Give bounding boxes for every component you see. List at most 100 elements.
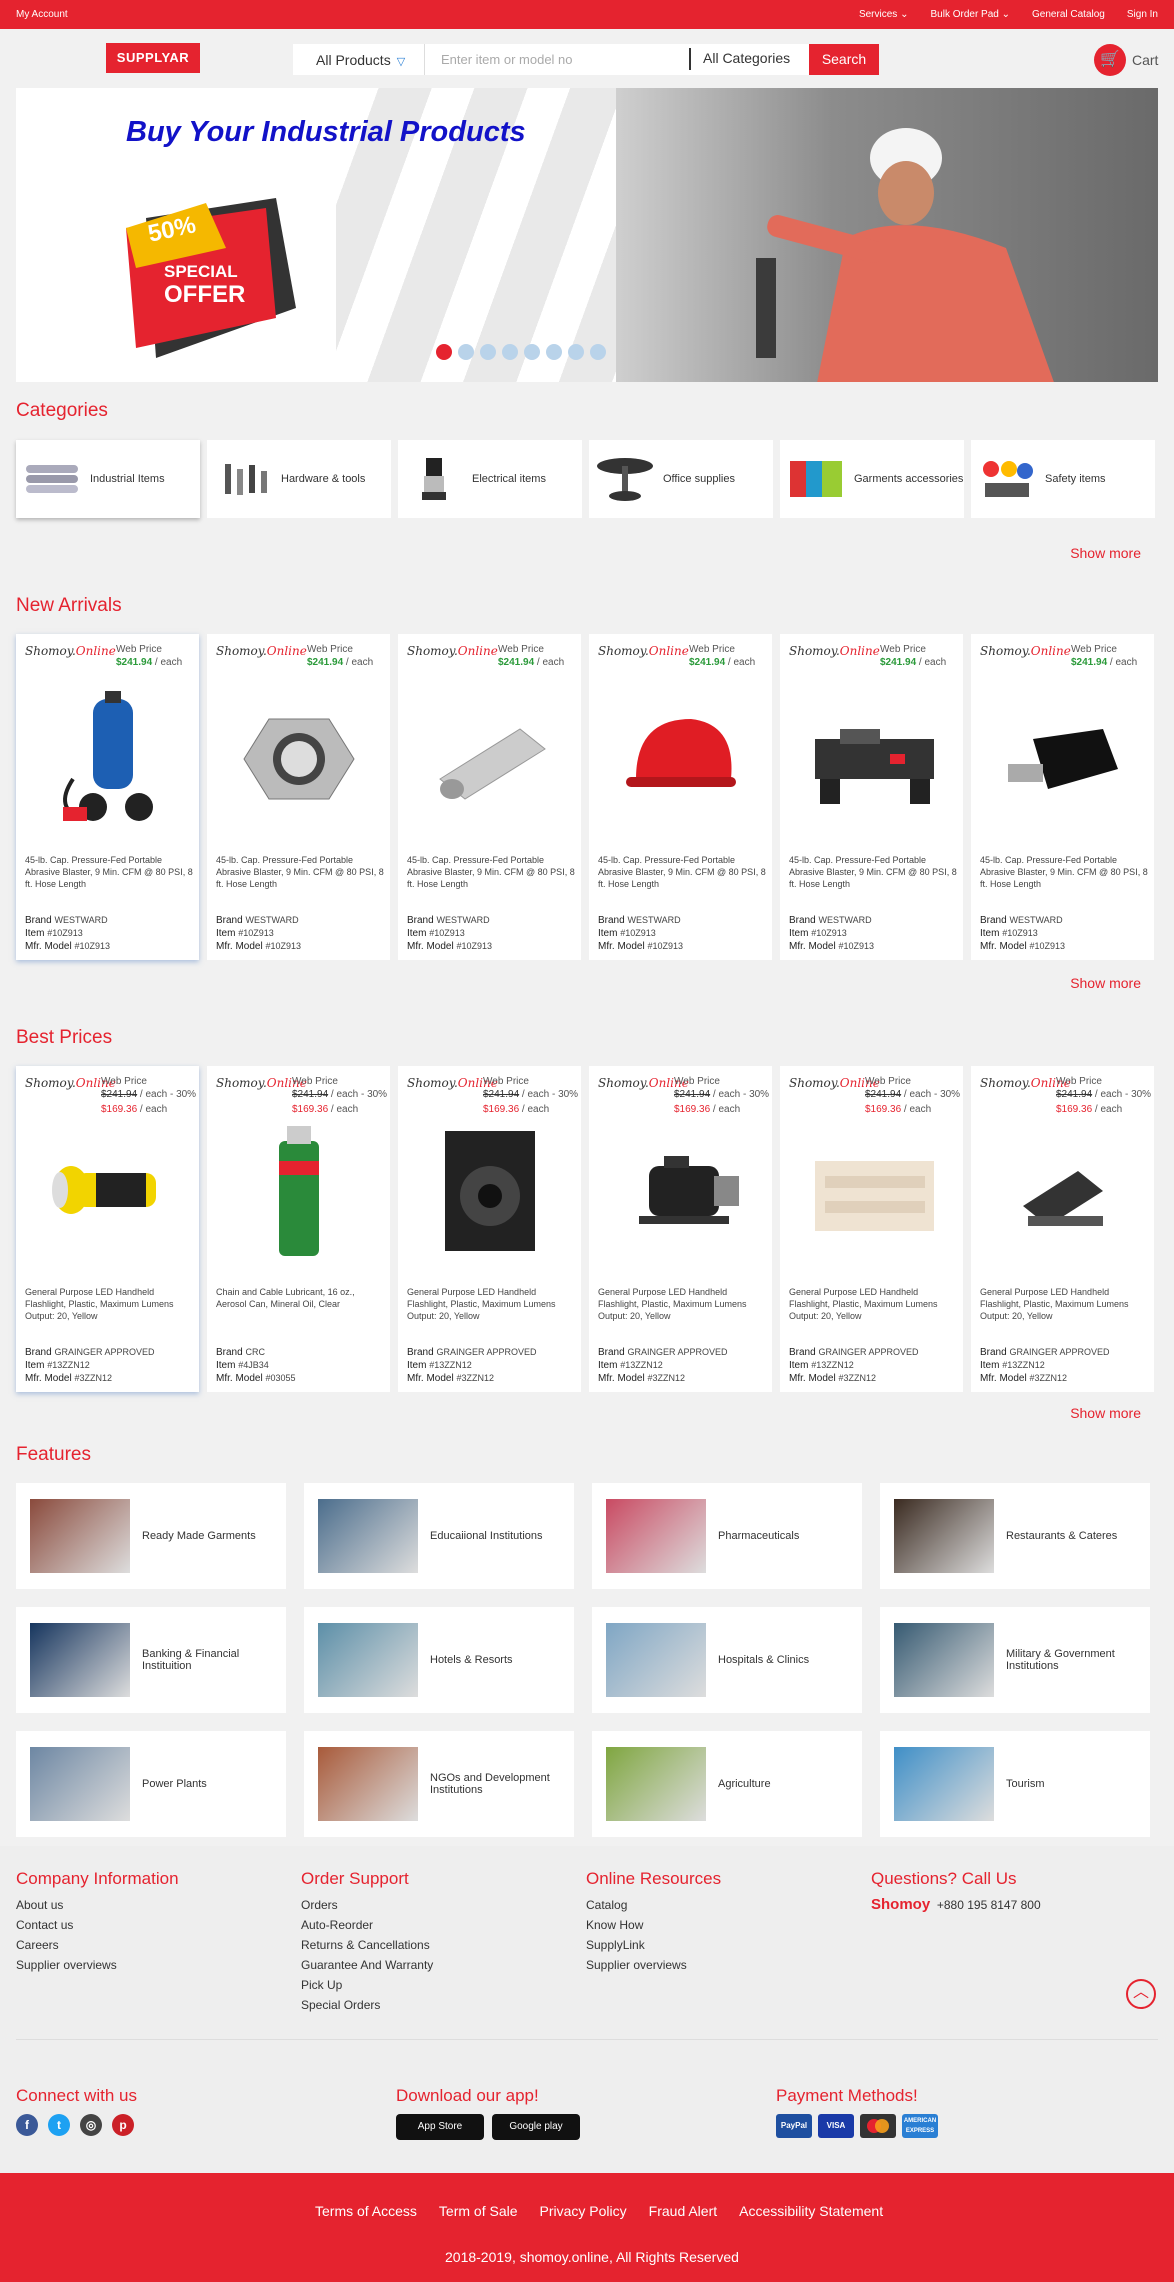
carousel-dot[interactable] (436, 344, 452, 360)
feature-card[interactable]: Power Plants (16, 1731, 286, 1837)
carousel-dot[interactable] (524, 344, 540, 360)
product-description[interactable]: 45-lb. Cap. Pressure-Fed Portable Abrasi… (407, 854, 577, 890)
feature-card[interactable]: Ready Made Garments (16, 1483, 286, 1589)
carousel-dot[interactable] (458, 344, 474, 360)
footer-link[interactable]: Auto-Reorder (301, 1915, 433, 1935)
motor-icon[interactable] (619, 1121, 743, 1261)
product-description[interactable]: 45-lb. Cap. Pressure-Fed Portable Abrasi… (980, 854, 1150, 890)
search-input[interactable]: Enter item or model no (425, 44, 689, 75)
pinterest-icon[interactable]: p (112, 2114, 134, 2136)
carousel-dot[interactable] (590, 344, 606, 360)
back-to-top-button[interactable]: ︿ (1126, 1979, 1156, 2009)
my-account-link[interactable]: My Account (16, 9, 68, 20)
footer-link[interactable]: SupplyLink (586, 1935, 721, 1955)
new-arrivals-show-more[interactable]: Show more (1070, 975, 1141, 991)
footer-link[interactable]: Know How (586, 1915, 721, 1935)
product-card[interactable]: Shomoy.Online Web Price $241.94 / each 45-l… (207, 634, 390, 960)
sign-in-link[interactable]: Sign In (1127, 9, 1158, 20)
cart-button[interactable]: 🛒 Cart (1094, 44, 1158, 76)
bulk-order-menu[interactable]: Bulk Order Pad ⌄ (930, 9, 1010, 20)
nut-icon[interactable] (237, 689, 361, 829)
search-button[interactable]: Search (809, 44, 879, 75)
footer-link[interactable]: About us (16, 1895, 179, 1915)
helmet-icon[interactable] (619, 689, 743, 829)
spray-can-icon[interactable] (237, 1121, 361, 1261)
feature-card[interactable]: Military & Government Institutions (880, 1607, 1150, 1713)
category-electrical[interactable]: Electrical items (398, 440, 582, 518)
hero-banner[interactable]: Buy Your Industrial Products 50% SPECIAL… (16, 88, 1158, 382)
call-phone[interactable]: +880 195 8147 800 (937, 1898, 1041, 1912)
foil-roll-icon[interactable] (428, 689, 552, 829)
category-hardware[interactable]: Hardware & tools (207, 440, 391, 518)
app-store-button[interactable]: App Store (396, 2114, 484, 2140)
footer-link[interactable]: Catalog (586, 1895, 721, 1915)
feature-card[interactable]: NGOs and Development Institutions (304, 1731, 574, 1837)
feature-card[interactable]: Hospitals & Clinics (592, 1607, 862, 1713)
category-office[interactable]: Office supplies (589, 440, 773, 518)
google-play-button[interactable]: Google play (492, 2114, 580, 2140)
footer-link[interactable]: Contact us (16, 1915, 179, 1935)
product-card[interactable]: Shomoy.Online Web Price $241.94 / each - 3… (589, 1066, 772, 1392)
facebook-icon[interactable]: f (16, 2114, 38, 2136)
carousel-dot[interactable] (480, 344, 496, 360)
feature-card[interactable]: Pharmaceuticals (592, 1483, 862, 1589)
product-select[interactable]: All Products ▽ (293, 44, 425, 75)
product-description[interactable]: Chain and Cable Lubricant, 16 oz., Aeros… (216, 1286, 386, 1310)
product-card[interactable]: Shomoy.Online Web Price $241.94 / each 45-l… (589, 634, 772, 960)
accessibility-link[interactable]: Accessibility Statement (739, 2203, 883, 2219)
product-description[interactable]: General Purpose LED Handheld Flashlight,… (407, 1286, 577, 1322)
product-card[interactable]: Shomoy.Online Web Price $241.94 / each - 3… (971, 1066, 1154, 1392)
category-safety[interactable]: Safety items (971, 440, 1155, 518)
product-description[interactable]: 45-lb. Cap. Pressure-Fed Portable Abrasi… (216, 854, 386, 890)
carousel-dot[interactable] (568, 344, 584, 360)
instagram-icon[interactable]: ◎ (80, 2114, 102, 2136)
product-card[interactable]: Shomoy.Online Web Price $241.94 / each - 3… (780, 1066, 963, 1392)
product-description[interactable]: General Purpose LED Handheld Flashlight,… (25, 1286, 195, 1322)
footer-link[interactable]: Returns & Cancellations (301, 1935, 433, 1955)
product-description[interactable]: General Purpose LED Handheld Flashlight,… (789, 1286, 959, 1322)
product-card[interactable]: Shomoy.Online Web Price $241.94 / each - 3… (16, 1066, 199, 1392)
twitter-icon[interactable]: t (48, 2114, 70, 2136)
product-description[interactable]: General Purpose LED Handheld Flashlight,… (598, 1286, 768, 1322)
category-garments[interactable]: Garments accessories (780, 440, 964, 518)
footer-link[interactable]: Supplier overviews (16, 1955, 179, 1975)
product-description[interactable]: General Purpose LED Handheld Flashlight,… (980, 1286, 1150, 1322)
product-description[interactable]: 45-lb. Cap. Pressure-Fed Portable Abrasi… (598, 854, 768, 890)
blanket-icon[interactable] (810, 1121, 934, 1261)
footer-link[interactable]: Careers (16, 1935, 179, 1955)
product-description[interactable]: 45-lb. Cap. Pressure-Fed Portable Abrasi… (789, 854, 959, 890)
speaker-icon[interactable] (428, 1121, 552, 1261)
feature-card[interactable]: Tourism (880, 1731, 1150, 1837)
footer-link[interactable]: Special Orders (301, 1995, 433, 2015)
feature-card[interactable]: Banking & Financial Instituition (16, 1607, 286, 1713)
footer-link[interactable]: Pick Up (301, 1975, 433, 1995)
flashlight-icon[interactable] (46, 1121, 170, 1261)
site-logo[interactable]: SUPPLYAR (106, 43, 200, 73)
terms-of-access-link[interactable]: Terms of Access (315, 2203, 417, 2219)
term-of-sale-link[interactable]: Term of Sale (439, 2203, 518, 2219)
feature-card[interactable]: Restaurants & Cateres (880, 1483, 1150, 1589)
carousel-dot[interactable] (546, 344, 562, 360)
general-catalog-link[interactable]: General Catalog (1032, 9, 1105, 20)
categories-show-more[interactable]: Show more (1070, 545, 1141, 561)
product-card[interactable]: Shomoy.Online Web Price $241.94 / each 45-l… (398, 634, 581, 960)
hole-punch-icon[interactable] (1001, 1121, 1125, 1261)
footer-link[interactable]: Guarantee And Warranty (301, 1955, 433, 1975)
footer-link[interactable]: Supplier overviews (586, 1955, 721, 1975)
footer-link[interactable]: Orders (301, 1895, 433, 1915)
product-card[interactable]: Shomoy.Online Web Price $241.94 / each - 3… (398, 1066, 581, 1392)
product-card[interactable]: Shomoy.Online Web Price $241.94 / each - 3… (207, 1066, 390, 1392)
product-card[interactable]: Shomoy.Online Web Price $241.94 / each 45-l… (16, 634, 199, 960)
adapter-icon[interactable] (1001, 689, 1125, 829)
privacy-policy-link[interactable]: Privacy Policy (540, 2203, 627, 2219)
fraud-alert-link[interactable]: Fraud Alert (649, 2203, 717, 2219)
blaster-icon[interactable] (46, 689, 170, 829)
feature-card[interactable]: Hotels & Resorts (304, 1607, 574, 1713)
best-prices-show-more[interactable]: Show more (1070, 1405, 1141, 1421)
carousel-dot[interactable] (502, 344, 518, 360)
feature-card[interactable]: Educaiional Institutions (304, 1483, 574, 1589)
product-card[interactable]: Shomoy.Online Web Price $241.94 / each 45-l… (780, 634, 963, 960)
feature-card[interactable]: Agriculture (592, 1731, 862, 1837)
product-description[interactable]: 45-lb. Cap. Pressure-Fed Portable Abrasi… (25, 854, 195, 890)
product-card[interactable]: Shomoy.Online Web Price $241.94 / each 45-l… (971, 634, 1154, 960)
